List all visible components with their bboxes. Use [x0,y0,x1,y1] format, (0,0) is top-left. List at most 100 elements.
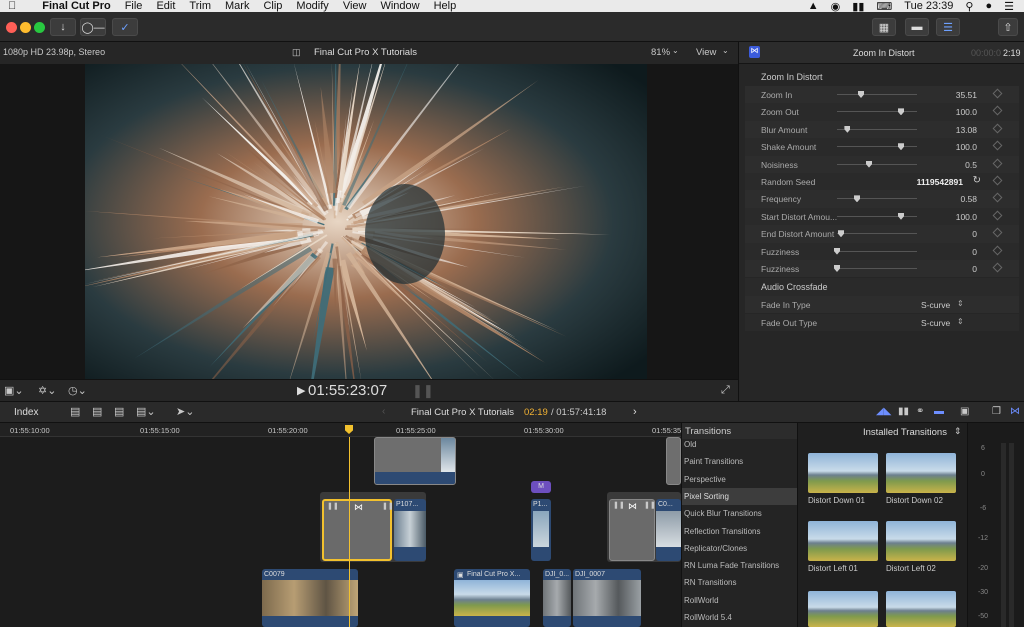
transition-category[interactable]: Old [682,436,798,453]
back-icon[interactable]: ‹ [382,406,385,417]
transition-category[interactable]: Reflection Transitions [682,523,798,540]
clip-dji-0007[interactable]: DJI_0007 [573,569,641,627]
param-slider-track[interactable] [837,146,917,148]
param-row[interactable]: Random Seed 1119542891 ↻ [745,173,1019,191]
param-slider-knob[interactable] [858,91,864,98]
keyframe-icon[interactable] [992,158,1003,169]
battery-icon[interactable]: ▮▮ [852,0,864,13]
thumb-distort-left-01[interactable] [808,521,878,561]
fade-in-row[interactable]: Fade In Type S-curve ⇕ [745,296,1019,314]
keyframe-icon[interactable] [992,175,1003,186]
apple-icon[interactable]:  [8,0,16,12]
transition-category[interactable]: Quick Blur Transitions [682,505,798,522]
menu-window[interactable]: Window [380,0,419,12]
param-value[interactable]: 0.5 [965,160,977,170]
param-row[interactable]: Fuzziness 0 [745,260,1019,278]
param-slider-track[interactable] [837,268,917,269]
transition-category[interactable]: Paint Transitions [682,453,798,470]
append-clip-icon[interactable]: ▤ [114,405,124,418]
param-value[interactable]: 100.0 [956,107,977,117]
param-slider-knob[interactable] [838,230,844,238]
import-button[interactable]: ↓ [50,18,76,36]
clock[interactable]: Tue 23:39 [904,0,953,12]
connected-clip[interactable] [374,437,456,485]
param-slider-track[interactable] [837,215,917,217]
close-button[interactable] [6,22,17,33]
timeline-tracks[interactable]: ❚❚ ⋈ ❚❚ P107... M P1... ❚❚ ⋈ ❚❚ C0... C0… [0,437,681,627]
keyframe-icon[interactable] [992,192,1003,203]
keyframe-icon[interactable] [992,88,1003,99]
transition-category[interactable]: Perspective [682,471,798,488]
param-row[interactable]: Noisiness 0.5 [745,155,1019,173]
siri-icon[interactable]: ● [985,0,992,12]
menu-help[interactable]: Help [434,0,457,12]
param-slider-knob[interactable] [898,212,904,220]
wifi-icon[interactable]: ◉ [831,0,841,13]
playhead-line[interactable] [349,437,350,627]
fullscreen-icon[interactable]: ⤢ [721,384,730,397]
menu-clip[interactable]: Clip [263,0,282,12]
cast-icon[interactable]: ▲ [808,0,819,12]
param-slider-knob[interactable] [866,160,872,168]
timeline-toggle-button[interactable]: ▬ [905,18,929,36]
transition[interactable]: ❚❚ ⋈ ❚❚ [609,499,656,561]
param-slider-knob[interactable] [898,143,904,151]
skimming-icon[interactable]: ◢◣ [876,406,891,417]
menu-trim[interactable]: Trim [189,0,211,12]
fade-out-row[interactable]: Fade Out Type S-curve ⇕ [745,313,1019,331]
playhead-head[interactable] [345,425,353,434]
param-value[interactable]: 0.58 [960,194,977,204]
inspector-toggle-button[interactable]: ☰ [936,18,960,36]
menu-edit[interactable]: Edit [156,0,175,12]
background-tasks-button[interactable]: ✓ [112,18,138,36]
param-slider-knob[interactable] [898,108,904,116]
marker-m[interactable]: M [531,481,551,493]
search-icon[interactable]: ⚲ [965,0,973,13]
clip-p107[interactable]: P107... [394,499,426,561]
share-button[interactable]: ⇧ [998,18,1018,36]
keyframe-icon[interactable] [992,227,1003,238]
param-row[interactable]: Fuzziness 0 [745,242,1019,260]
param-value[interactable]: 100.0 [956,142,977,152]
param-row[interactable]: Blur Amount 13.08 [745,120,1019,139]
effects-browser-icon[interactable]: ▣ [960,406,969,417]
param-value[interactable]: 100.0 [956,212,977,222]
minimize-button[interactable] [20,22,31,33]
transitions-browser-icon[interactable]: ⋈ [1010,406,1020,417]
transition-category[interactable]: RollWorld [682,592,798,609]
timecode-display[interactable]: 01:55:23:07 [308,382,387,399]
param-value[interactable]: 13.08 [956,125,977,135]
clip-p1[interactable]: P1... [531,499,551,561]
param-slider-knob[interactable] [854,195,860,203]
keyframe-icon[interactable] [992,245,1003,256]
menu-file[interactable]: File [125,0,143,12]
refresh-icon[interactable]: ↻ [973,175,981,186]
insert-clip-icon[interactable]: ▤ [92,405,102,418]
param-slider-knob[interactable] [844,125,851,133]
audio-skimming-icon[interactable]: ▮▮ [898,406,909,417]
connect-clip-icon[interactable]: ▤ [70,405,80,418]
param-value[interactable]: 0 [972,229,977,239]
param-row[interactable]: Frequency 0.58 [745,190,1019,208]
clip-dji-0[interactable]: DJI_0... [543,569,571,627]
snapping-icon[interactable]: ▬ [934,406,944,417]
notifications-icon[interactable]: ☰ [1004,0,1014,13]
view-menu[interactable]: View [696,47,716,58]
browser-toggle-button[interactable]: ▦ [872,18,896,36]
app-menu[interactable]: Final Cut Pro [42,0,110,12]
forward-icon[interactable]: › [633,406,637,418]
param-slider-track[interactable] [837,198,917,200]
param-row[interactable]: Start Distort Amou... 100.0 [745,207,1019,226]
menu-modify[interactable]: Modify [296,0,328,12]
param-slider-track[interactable] [837,163,917,165]
keyframe-icon[interactable] [992,123,1003,134]
viewer[interactable] [0,64,738,379]
param-slider-track[interactable] [837,94,917,95]
menu-view[interactable]: View [343,0,367,12]
overwrite-clip-icon[interactable]: ▤⌄ [136,405,156,418]
headphones-icon[interactable]: ⚭ [916,406,924,417]
keywords-button[interactable]: ◯— [80,18,106,36]
transform-icon[interactable]: ✡⌄ [38,384,56,397]
param-row[interactable]: Shake Amount 100.0 [745,138,1019,156]
param-value[interactable]: 35.51 [956,90,977,100]
